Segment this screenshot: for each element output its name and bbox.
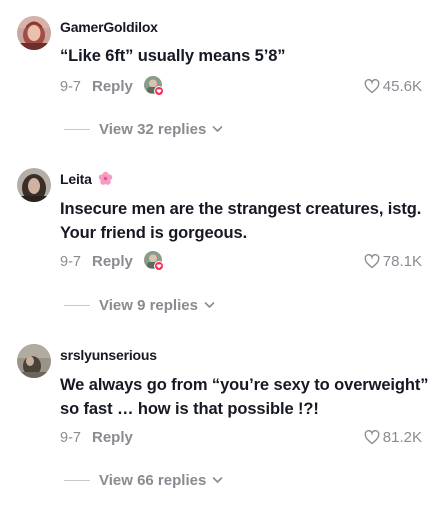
view-replies-label: View 66 replies — [99, 471, 207, 489]
like-button[interactable]: 78.1K — [364, 253, 422, 270]
like-count: 81.2K — [382, 429, 422, 446]
comment-meta: 9-7 Reply 45.6K — [60, 76, 422, 99]
like-button[interactable]: 81.2K — [364, 429, 422, 446]
view-replies-button[interactable]: View 9 replies — [64, 295, 215, 315]
reply-button[interactable]: Reply — [92, 429, 133, 446]
heart-icon — [364, 254, 380, 269]
creator-avatar-icon — [144, 76, 164, 96]
reply-button[interactable]: Reply — [92, 78, 133, 95]
divider — [64, 304, 90, 306]
comment-meta: 9-7 Reply 78.1K — [60, 251, 422, 274]
heart-icon — [364, 430, 380, 445]
creator-liked-badge — [144, 76, 164, 96]
chevron-down-icon — [204, 302, 215, 308]
avatar[interactable] — [17, 168, 51, 202]
comment-username[interactable]: srslyunserious — [60, 347, 157, 363]
creator-liked-badge — [144, 251, 164, 271]
view-replies-label: View 9 replies — [99, 296, 198, 314]
like-button[interactable]: 45.6K — [364, 78, 422, 95]
comment-username[interactable]: Leita — [60, 171, 113, 189]
flower-icon — [98, 171, 113, 189]
username-text: Leita — [60, 171, 92, 187]
avatar-image — [17, 168, 51, 202]
creator-avatar-icon — [144, 251, 164, 271]
avatar[interactable] — [17, 16, 51, 50]
comment-text: We always go from “you’re sexy to overwe… — [60, 376, 429, 418]
view-replies-button[interactable]: View 32 replies — [64, 119, 223, 139]
reply-button[interactable]: Reply — [92, 253, 133, 270]
comment-date: 9-7 — [60, 79, 81, 95]
comment-text: Insecure men are the strangest creatures… — [60, 200, 422, 242]
like-count: 45.6K — [382, 78, 422, 95]
avatar-image — [17, 344, 51, 378]
comment-meta: 9-7 Reply 81.2K — [60, 428, 422, 450]
like-count: 78.1K — [382, 253, 422, 270]
view-replies-button[interactable]: View 66 replies — [64, 470, 223, 490]
comment-date: 9-7 — [60, 254, 81, 270]
username-text: GamerGoldilox — [60, 19, 158, 35]
username-text: srslyunserious — [60, 347, 157, 363]
comment-text: “Like 6ft” usually means 5’8” — [60, 47, 286, 65]
comment-date: 9-7 — [60, 430, 81, 446]
view-replies-label: View 32 replies — [99, 120, 207, 138]
avatar[interactable] — [17, 344, 51, 378]
chevron-down-icon — [212, 477, 223, 483]
avatar-image — [17, 16, 51, 50]
heart-icon — [364, 79, 380, 94]
chevron-down-icon — [212, 126, 223, 132]
divider — [64, 479, 90, 481]
divider — [64, 128, 90, 130]
comment-username[interactable]: GamerGoldilox — [60, 19, 158, 35]
